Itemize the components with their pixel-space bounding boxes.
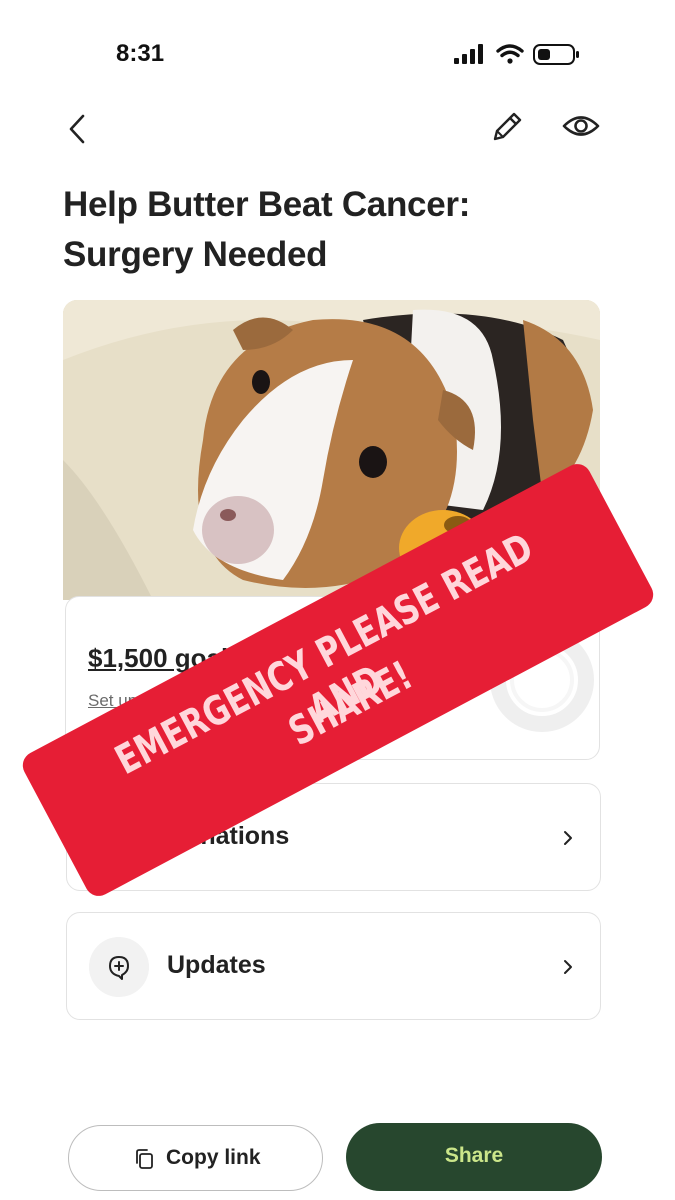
fundraiser-title: Help Butter Beat Cancer: Surgery Needed: [63, 185, 471, 274]
chevron-right-icon: [564, 960, 572, 974]
copy-link-label: Copy link: [166, 1146, 261, 1169]
status-bar: 8:31: [0, 0, 675, 100]
chevron-right-icon: [564, 831, 572, 845]
add-update-icon: [89, 937, 149, 997]
share-button[interactable]: Share: [346, 1123, 602, 1191]
copy-icon: [136, 1149, 153, 1169]
back-chevron-icon[interactable]: [62, 112, 94, 146]
copy-link-button[interactable]: Copy link: [68, 1125, 323, 1191]
preview-eye-icon[interactable]: [562, 111, 600, 141]
cellular-signal-icon: [454, 44, 483, 64]
edit-pencil-icon[interactable]: [490, 110, 524, 144]
battery-icon: [533, 44, 579, 65]
updates-label: Updates: [167, 951, 266, 979]
share-label: Share: [444, 1144, 504, 1167]
wifi-icon: [496, 44, 524, 64]
status-icons: [454, 44, 579, 65]
status-time: 8:31: [116, 40, 165, 67]
updates-row[interactable]: Updates: [66, 912, 601, 1020]
